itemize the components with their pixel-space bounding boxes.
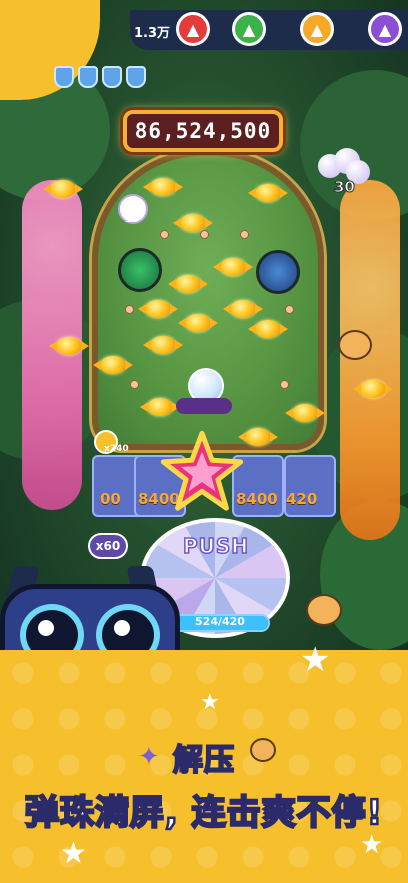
slot-value: 00 bbox=[100, 490, 121, 508]
top-hud-bar bbox=[130, 10, 408, 50]
shield-icon bbox=[54, 66, 74, 88]
bubble-count: 30 bbox=[334, 178, 356, 197]
slot-value: 420 bbox=[286, 490, 318, 508]
game-scene: 1.3万 ▲ ▲ ▲ ▲ 86,524,500 30 10 x240 00 84… bbox=[0, 0, 408, 700]
star-decoration-icon: ★ bbox=[60, 836, 87, 871]
candy bbox=[285, 404, 325, 422]
peg bbox=[130, 380, 139, 389]
coin-multiplier-label: x240 bbox=[104, 444, 129, 454]
orange-upgrade-icon[interactable]: ▲ bbox=[300, 12, 334, 46]
capsule-base bbox=[176, 398, 232, 414]
peg bbox=[280, 380, 289, 389]
hamster-icon bbox=[306, 594, 342, 626]
orange-foliage bbox=[340, 180, 400, 540]
shield-icon bbox=[126, 66, 146, 88]
score-display: 86,524,500 bbox=[123, 110, 283, 152]
hamster-icon bbox=[338, 330, 372, 360]
shield-icon bbox=[78, 66, 98, 88]
candy bbox=[238, 428, 278, 446]
coin-amount: 1.3万 bbox=[134, 26, 171, 41]
peg bbox=[285, 305, 294, 314]
star-icon bbox=[160, 430, 244, 511]
green-star-bumper bbox=[118, 248, 162, 292]
peg bbox=[200, 230, 209, 239]
star-decoration-icon: ★ bbox=[300, 640, 331, 680]
shield-icon bbox=[102, 66, 122, 88]
shield-row bbox=[54, 66, 146, 88]
peg bbox=[160, 230, 169, 239]
candy bbox=[143, 178, 183, 196]
candy bbox=[223, 300, 263, 318]
candy bbox=[248, 184, 288, 202]
shield-bumper bbox=[256, 250, 300, 294]
candy bbox=[138, 300, 178, 318]
purple-upgrade-icon[interactable]: ▲ bbox=[368, 12, 402, 46]
peg bbox=[125, 305, 134, 314]
candy bbox=[49, 337, 89, 355]
star-decoration-icon: ★ bbox=[360, 830, 384, 860]
paw-count: 10 bbox=[125, 214, 139, 225]
promo-subline: 弹珠满屏, 连击爽不停! bbox=[24, 792, 384, 835]
peg bbox=[240, 230, 249, 239]
candy bbox=[353, 380, 393, 398]
candy bbox=[248, 320, 288, 338]
promo-headline: 解压 bbox=[172, 742, 235, 779]
star-decoration-icon: ★ bbox=[200, 690, 220, 715]
candy bbox=[213, 258, 253, 276]
candy bbox=[43, 180, 83, 198]
candy bbox=[93, 356, 133, 374]
candy bbox=[143, 336, 183, 354]
candy bbox=[168, 275, 208, 293]
green-upgrade-icon[interactable]: ▲ bbox=[232, 12, 266, 46]
red-upgrade-icon[interactable]: ▲ bbox=[176, 12, 210, 46]
candy bbox=[178, 314, 218, 332]
candy bbox=[140, 398, 180, 416]
